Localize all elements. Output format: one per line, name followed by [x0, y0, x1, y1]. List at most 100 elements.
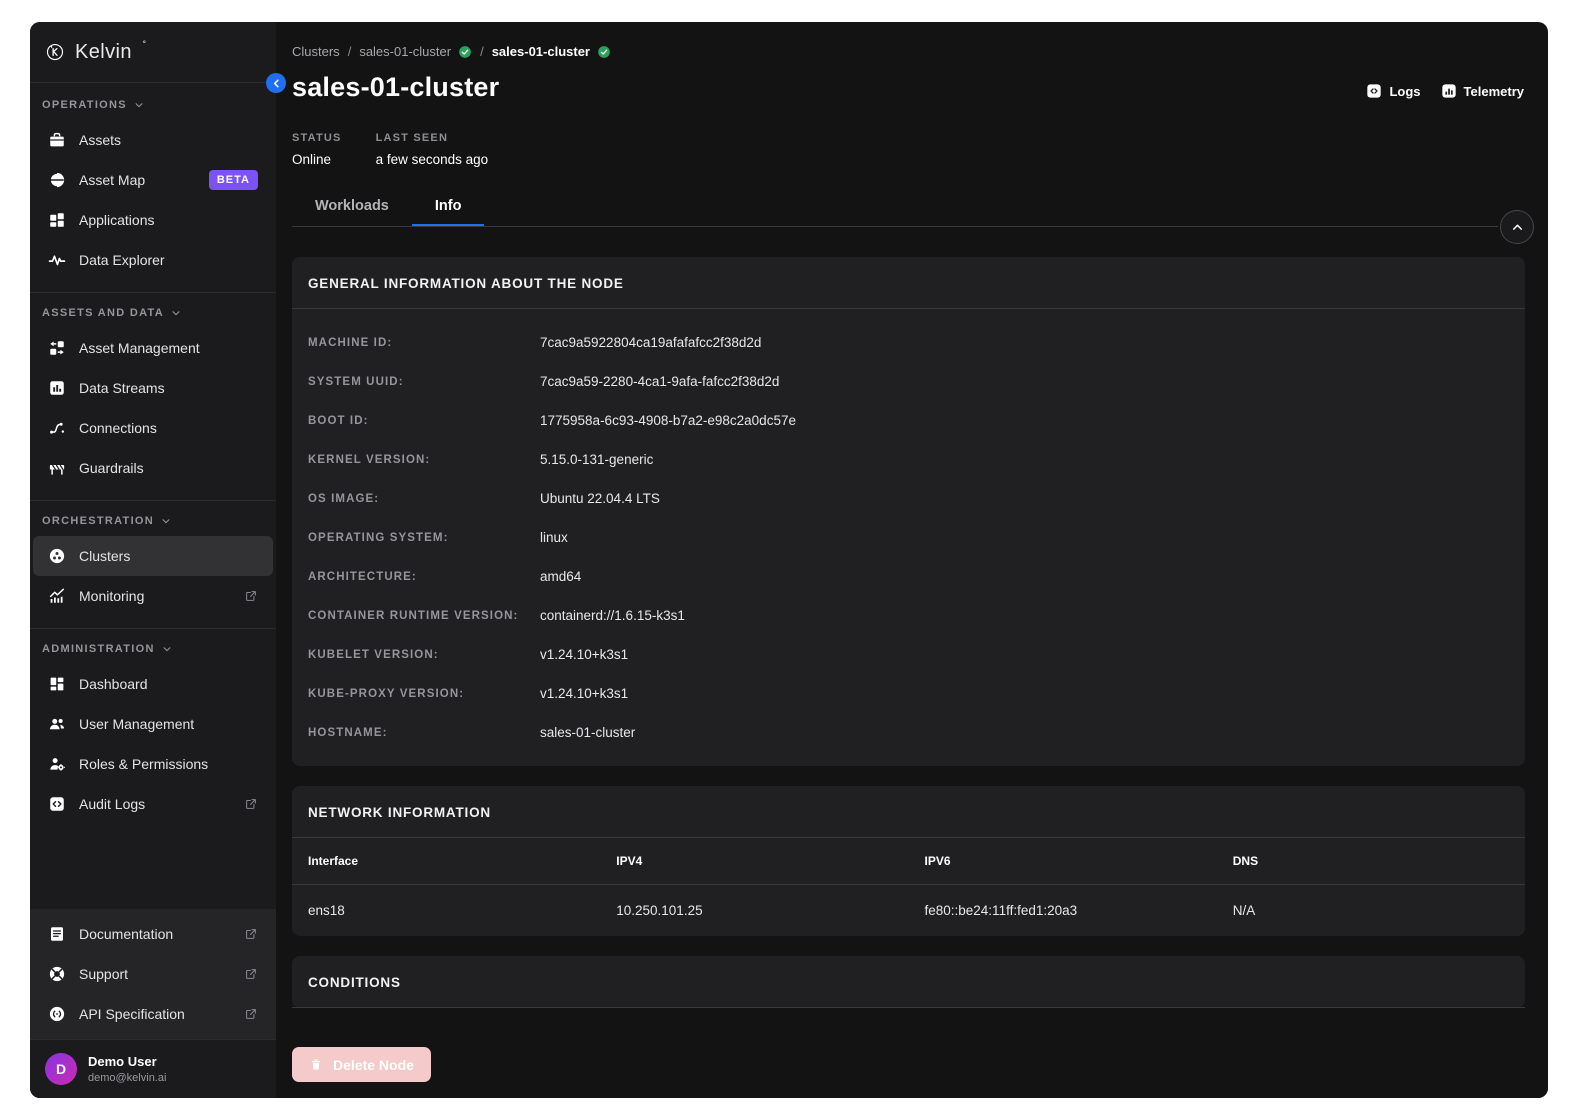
info-row-kubelet-version: KUBELET VERSION:v1.24.10+k3s1 — [308, 635, 1509, 674]
info-label: ARCHITECTURE: — [308, 571, 540, 583]
sidebar-item-label: Assets — [79, 132, 121, 148]
breadcrumb-item[interactable]: Clusters — [292, 44, 340, 59]
info-label: SYSTEM UUID: — [308, 376, 540, 388]
delete-node-label: Delete Node — [333, 1057, 414, 1073]
waveform-icon — [48, 251, 66, 269]
sidebar-item-dashboard[interactable]: Dashboard — [33, 664, 273, 704]
info-row-boot-id: BOOT ID:1775958a-6c93-4908-b7a2-e98c2a0d… — [308, 401, 1509, 440]
telemetry-badge-icon — [1441, 83, 1457, 99]
external-link-icon — [244, 967, 258, 981]
sidebar-item-roles-permissions[interactable]: Roles & Permissions — [33, 744, 273, 784]
user-email: demo@kelvin.ai — [88, 1072, 166, 1084]
logs-button[interactable]: Logs — [1366, 83, 1420, 99]
trash-icon — [309, 1057, 323, 1072]
sidebar-item-connections[interactable]: Connections — [33, 408, 273, 448]
audit-logs-icon — [48, 795, 66, 813]
scroll-top-button[interactable] — [1500, 210, 1534, 244]
info-label: OS IMAGE: — [308, 493, 540, 505]
sidebar-item-label: Data Streams — [79, 380, 165, 396]
info-row-hostname: HOSTNAME:sales-01-cluster — [308, 713, 1509, 752]
sidebar-item-support[interactable]: Support — [30, 954, 276, 994]
sidebar-item-audit-logs[interactable]: Audit Logs — [33, 784, 273, 824]
info-value: containerd://1.6.15-k3s1 — [540, 608, 685, 623]
sidebar-item-data-streams[interactable]: Data Streams — [33, 368, 273, 408]
tabs: Workloads Info — [292, 188, 1532, 227]
content: GENERAL INFORMATION ABOUT THE NODE MACHI… — [276, 227, 1548, 1031]
avatar-initial: D — [56, 1061, 66, 1077]
sidebar-item-api-specification[interactable]: API Specification — [30, 994, 276, 1034]
breadcrumb-item[interactable]: sales-01-cluster — [359, 44, 472, 59]
sidebar-item-asset-map[interactable]: Asset MapBETA — [33, 160, 273, 200]
breadcrumb-label: Clusters — [292, 44, 340, 59]
breadcrumb-label: sales-01-cluster — [492, 44, 590, 59]
general-info-body: MACHINE ID:7cac9a5922804ca19afafafcc2f38… — [292, 309, 1525, 766]
breadcrumb-item[interactable]: sales-01-cluster — [492, 44, 611, 59]
status-row: STATUS Online LAST SEEN a few seconds ag… — [276, 103, 1548, 167]
sidebar-item-documentation[interactable]: Documentation — [30, 914, 276, 954]
info-label: MACHINE ID: — [308, 337, 540, 349]
sidebar-item-label: Clusters — [79, 548, 130, 564]
chevron-down-icon — [171, 308, 181, 318]
sidebar-item-data-explorer[interactable]: Data Explorer — [33, 240, 273, 280]
breadcrumb-separator: / — [480, 44, 484, 59]
sidebar-item-monitoring[interactable]: Monitoring — [33, 576, 273, 616]
brand[interactable]: Kelvin ˚ — [30, 22, 276, 83]
last-seen-block: LAST SEEN a few seconds ago — [376, 132, 489, 167]
info-value: v1.24.10+k3s1 — [540, 647, 628, 662]
sidebar-item-applications[interactable]: Applications — [33, 200, 273, 240]
sidebar-item-guardrails[interactable]: Guardrails — [33, 448, 273, 488]
app-window: Kelvin ˚ OPERATIONS Assets Asset MapBETA Ap… — [30, 22, 1548, 1098]
section-label: OPERATIONS — [42, 99, 127, 111]
info-label: KUBE-PROXY VERSION: — [308, 688, 540, 700]
user-name: Demo User — [88, 1054, 166, 1069]
section-label: ORCHESTRATION — [42, 515, 154, 527]
check-circle-icon — [458, 45, 472, 59]
tab-label: Workloads — [315, 198, 389, 214]
header-actions: Logs Telemetry — [1366, 83, 1524, 103]
info-label: OPERATING SYSTEM: — [308, 532, 540, 544]
info-value: 7cac9a5922804ca19afafafcc2f38d2d — [540, 335, 761, 350]
external-link-icon — [244, 797, 258, 811]
tab-info[interactable]: Info — [412, 188, 485, 227]
info-row-architecture: ARCHITECTURE:amd64 — [308, 557, 1509, 596]
network-cell: 10.250.101.25 — [600, 903, 908, 918]
logs-badge-icon — [1366, 83, 1382, 99]
sidebar-item-assets[interactable]: Assets — [33, 120, 273, 160]
sidebar-item-label: User Management — [79, 716, 194, 732]
section-header-orchestration[interactable]: ORCHESTRATION — [30, 501, 276, 536]
telemetry-button[interactable]: Telemetry — [1441, 83, 1524, 99]
chevron-down-icon — [134, 100, 144, 110]
sidebar-item-label: Applications — [79, 212, 155, 228]
info-label: HOSTNAME: — [308, 727, 540, 739]
action-label: Telemetry — [1464, 84, 1524, 99]
sidebar-item-clusters[interactable]: Clusters — [33, 536, 273, 576]
monitoring-icon — [48, 587, 66, 605]
sidebar-item-asset-management[interactable]: Asset Management — [33, 328, 273, 368]
title-row: sales-01-cluster Logs Telemetry — [276, 59, 1548, 103]
main-area: Clusters/sales-01-cluster/sales-01-clust… — [276, 22, 1548, 1098]
sidebar-item-label: Asset Map — [79, 172, 145, 188]
info-value: Ubuntu 22.04.4 LTS — [540, 491, 660, 506]
info-label: KERNEL VERSION: — [308, 454, 540, 466]
user-profile[interactable]: D Demo User demo@kelvin.ai — [30, 1039, 276, 1098]
assets-icon — [48, 131, 66, 149]
info-row-container-runtime-version: CONTAINER RUNTIME VERSION:containerd://1… — [308, 596, 1509, 635]
network-column-header: Interface — [292, 854, 600, 868]
network-column-header: IPV6 — [909, 854, 1217, 868]
info-label: BOOT ID: — [308, 415, 540, 427]
sidebar-item-user-management[interactable]: User Management — [33, 704, 273, 744]
sidebar-collapse-button[interactable] — [266, 73, 286, 93]
status-label: STATUS — [292, 132, 342, 144]
info-label: KUBELET VERSION: — [308, 649, 540, 661]
page-title: sales-01-cluster — [292, 72, 499, 103]
section-header-assets-and-data[interactable]: ASSETS AND DATA — [30, 293, 276, 328]
section-header-operations[interactable]: OPERATIONS — [30, 85, 276, 120]
globe-icon — [48, 171, 66, 189]
delete-node-button[interactable]: Delete Node — [292, 1047, 431, 1082]
section-header-administration[interactable]: ADMINISTRATION — [30, 629, 276, 664]
info-value: linux — [540, 530, 568, 545]
network-header-row: InterfaceIPV4IPV6DNS — [292, 838, 1525, 885]
tab-workloads[interactable]: Workloads — [292, 188, 412, 227]
tab-label: Info — [435, 198, 462, 214]
network-column-header: IPV4 — [600, 854, 908, 868]
